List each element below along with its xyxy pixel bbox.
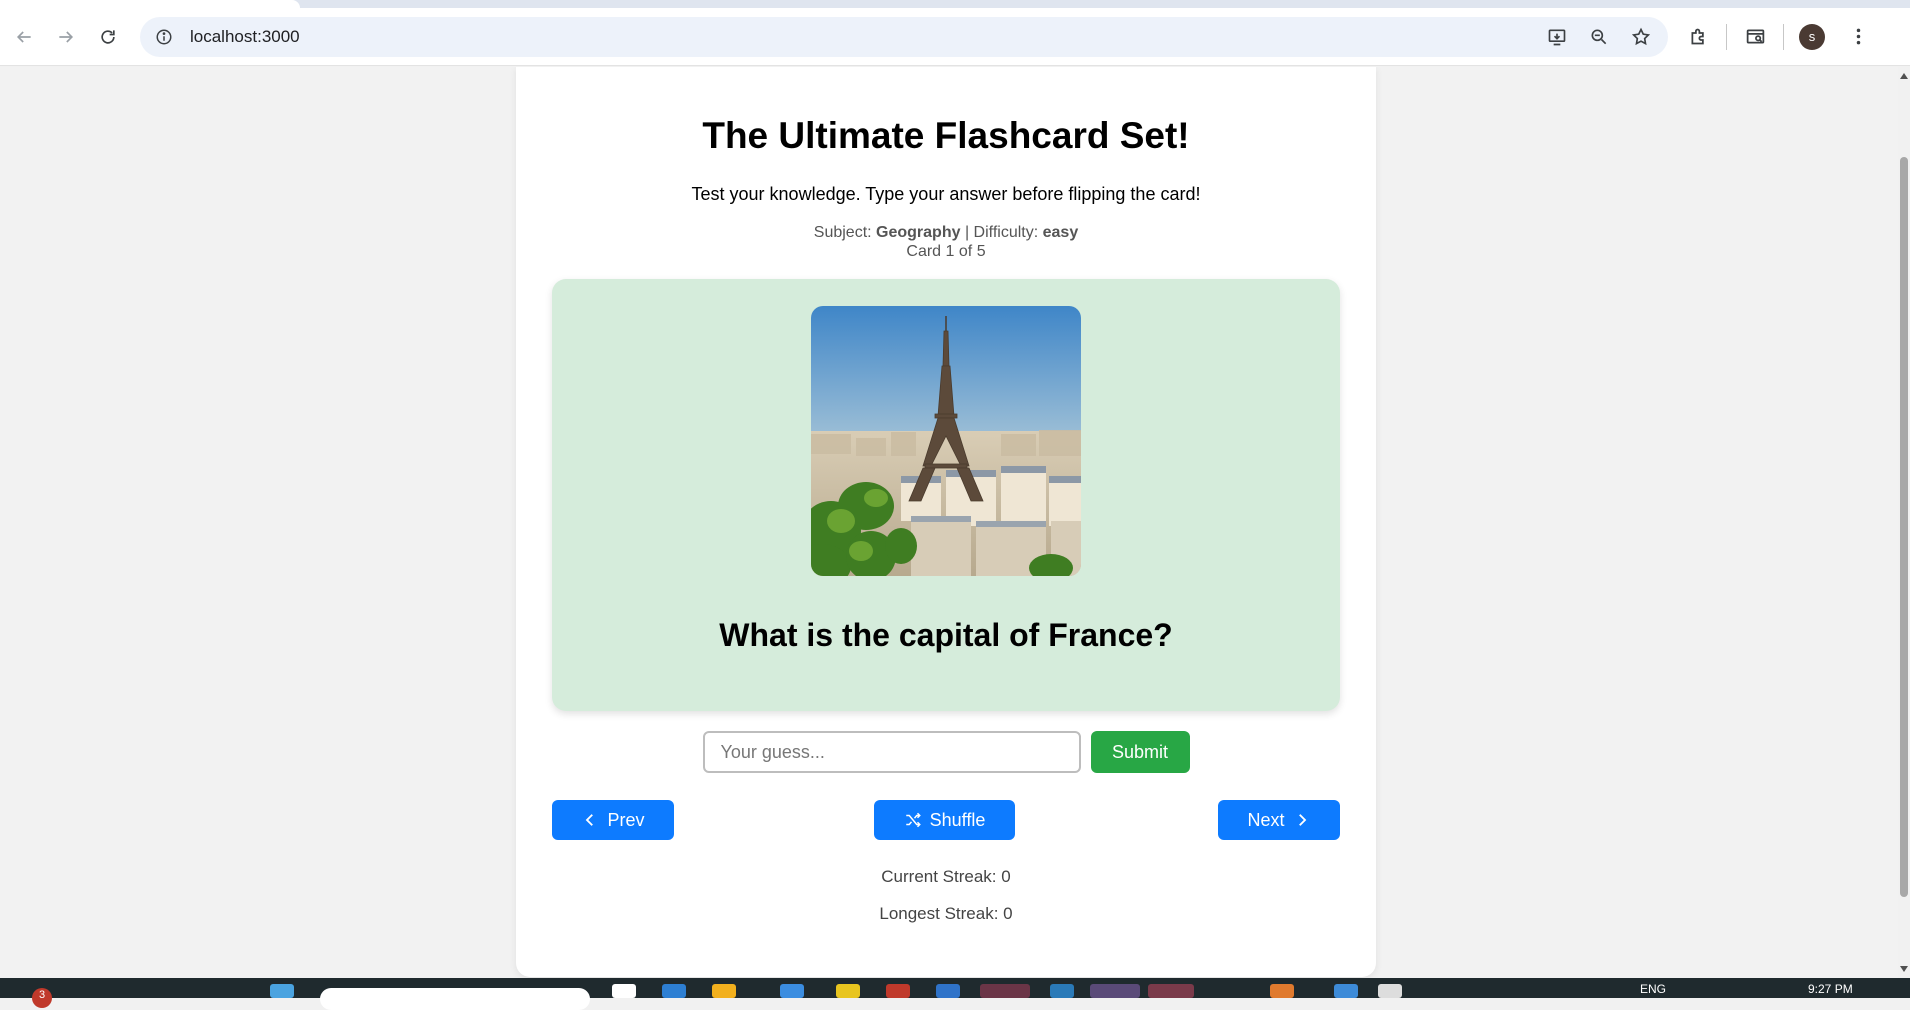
app-icon[interactable] [936, 984, 960, 998]
next-button-label: Next [1247, 809, 1285, 830]
app-icon[interactable] [1378, 984, 1402, 998]
page-viewport: The Ultimate Flashcard Set! Test your kn… [0, 67, 1898, 978]
flashcard-question: What is the capital of France? [719, 617, 1173, 653]
card-total: 5 [976, 243, 986, 260]
flashcard[interactable]: What is the capital of France? [552, 279, 1340, 711]
clock[interactable]: 9:27 PM [1808, 982, 1853, 996]
os-taskbar: 3 ENG 9:27 PM [0, 978, 1910, 1010]
profile-avatar[interactable]: s [1794, 19, 1830, 55]
avatar[interactable]: s [1799, 23, 1825, 50]
shuffle-button[interactable]: Shuffle [874, 800, 1015, 840]
app-icon[interactable] [980, 984, 1030, 998]
app-icon[interactable] [886, 984, 910, 998]
site-info-icon[interactable] [150, 23, 178, 51]
subject-difficulty-line: Subject: Geography | Difficulty: easy [516, 223, 1376, 242]
card-current: 1 [945, 243, 955, 260]
submit-button[interactable]: Submit [1090, 731, 1190, 773]
file-explorer-icon[interactable] [712, 984, 736, 998]
page-scrollbar[interactable] [1898, 67, 1910, 978]
app-icon[interactable] [780, 984, 804, 998]
back-icon[interactable] [6, 19, 42, 55]
card-counter: Card 1 of 5 [516, 242, 1376, 261]
longest-streak: Longest Streak: 0 [879, 904, 1013, 923]
difficulty-label: | Difficulty: [964, 224, 1039, 241]
app-icon[interactable] [662, 984, 686, 998]
prev-button[interactable]: Prev [552, 800, 674, 840]
chevron-left-icon [586, 814, 594, 826]
app-icon[interactable] [1090, 984, 1140, 998]
forward-icon[interactable] [48, 19, 84, 55]
browser-toolbar: localhost:3000 s [0, 8, 1910, 66]
shuffle-button-label: Shuffle [929, 809, 986, 830]
guess-input[interactable] [702, 731, 1081, 773]
shuffle-icon [905, 812, 921, 828]
card-meta: Subject: Geography | Difficulty: easy Ca… [516, 223, 1376, 261]
subject-label: Subject: [813, 224, 872, 241]
current-streak: Current Streak: 0 [881, 867, 1011, 886]
app-icon[interactable] [1148, 984, 1194, 998]
bookmark-star-icon[interactable] [1624, 20, 1658, 54]
page-title: The Ultimate Flashcard Set! [702, 115, 1190, 156]
page-subtitle: Test your knowledge. Type your answer be… [691, 184, 1201, 204]
difficulty-value: easy [1042, 224, 1079, 241]
notification-badge[interactable]: 3 [32, 988, 52, 1008]
chrome-icon[interactable] [836, 984, 860, 998]
scroll-up-arrow-icon[interactable] [1900, 73, 1908, 79]
zoom-icon[interactable] [1582, 20, 1616, 54]
extensions-icon[interactable] [1680, 19, 1716, 55]
app-icon[interactable] [1334, 984, 1358, 998]
guess-form: Submit [516, 731, 1376, 773]
app-container: The Ultimate Flashcard Set! Test your kn… [516, 67, 1376, 977]
language-indicator[interactable]: ENG [1640, 982, 1666, 996]
eiffel-tower-illustration [811, 306, 1081, 576]
install-app-icon[interactable] [1540, 20, 1574, 54]
eiffel-tower-image [811, 306, 1081, 576]
toolbar-divider [1783, 23, 1784, 50]
url-text[interactable]: localhost:3000 [190, 27, 300, 47]
app-icon[interactable] [1050, 984, 1074, 998]
kebab-menu-icon[interactable] [1840, 19, 1876, 55]
windows-start-icon[interactable] [270, 984, 294, 998]
chevron-right-icon [1298, 814, 1306, 826]
scrollbar-thumb[interactable] [1900, 157, 1908, 897]
tab-strip [0, 0, 1910, 8]
toolbar-divider [1726, 23, 1727, 50]
tab-search-icon[interactable] [1737, 19, 1773, 55]
scroll-down-arrow-icon[interactable] [1900, 966, 1908, 972]
task-view-icon[interactable] [612, 984, 636, 998]
card-navigation: Prev Shuffle Next [552, 800, 1340, 840]
card-of: of [958, 243, 973, 260]
address-bar[interactable]: localhost:3000 [140, 16, 1668, 57]
active-tab[interactable] [0, 0, 300, 8]
app-icon[interactable] [1270, 984, 1294, 998]
reload-icon[interactable] [90, 19, 126, 55]
card-word: Card [906, 243, 942, 260]
next-button[interactable]: Next [1218, 800, 1340, 840]
taskbar-search-box[interactable] [320, 988, 590, 1010]
prev-button-label: Prev [607, 809, 645, 830]
subject-value: Geography [876, 224, 961, 241]
